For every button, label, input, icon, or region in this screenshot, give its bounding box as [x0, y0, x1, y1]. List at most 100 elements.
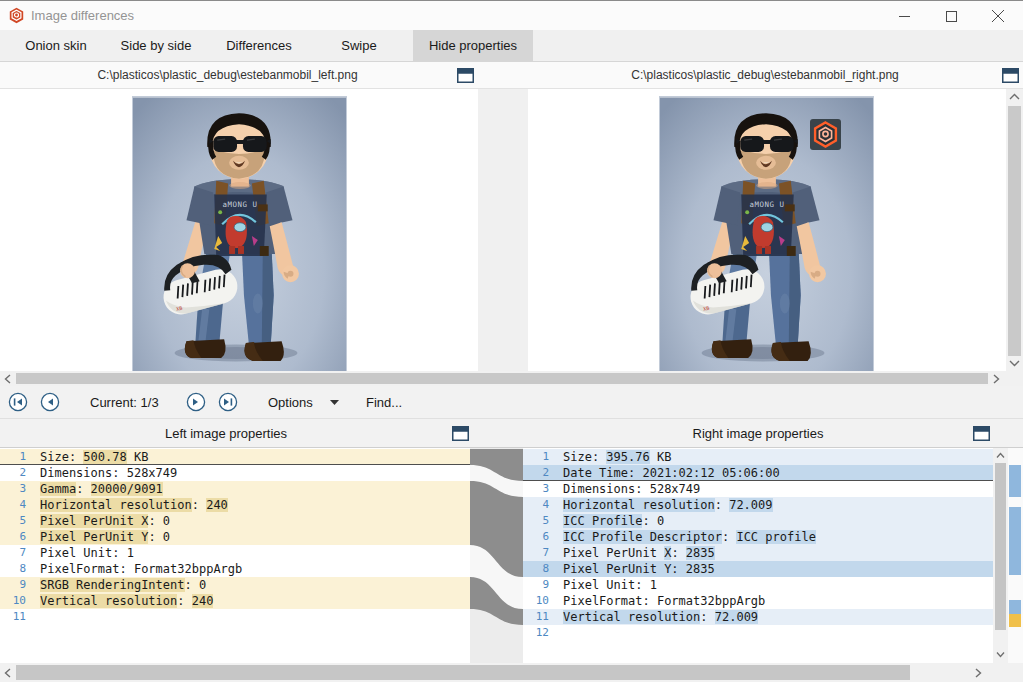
- file-header-row: C:\plasticos\plastic_debug\estebanmobil_…: [0, 62, 1023, 89]
- property-line: 9SRGB RenderingIntent: 0: [0, 577, 470, 593]
- properties-hscroll-thumb[interactable]: [16, 665, 910, 680]
- property-line: 6Pixel PerUnit Y: 0: [0, 529, 470, 545]
- property-line: 4Horizontal resolution: 240: [0, 497, 470, 513]
- image-horizontal-scrollbar[interactable]: [0, 371, 1023, 386]
- properties-vertical-scrollbar[interactable]: [993, 448, 1008, 663]
- properties-horizontal-scrollbar[interactable]: [0, 663, 1023, 682]
- property-text: Pixel PerUnit X: 2835: [557, 545, 715, 561]
- property-text: Horizontal resolution: 72.009: [557, 497, 773, 513]
- left-image-path: C:\plasticos\plastic_debug\estebanmobil_…: [0, 68, 455, 82]
- line-number: 2: [0, 465, 34, 481]
- line-number: 5: [0, 513, 34, 529]
- property-text: Dimensions: 528x749: [557, 481, 700, 497]
- image-vscroll-thumb[interactable]: [1008, 106, 1021, 356]
- image-hscroll-thumb[interactable]: [16, 373, 988, 384]
- property-line: 3Gamma: 20000/9091: [0, 481, 470, 497]
- line-number: 8: [0, 561, 34, 577]
- pane-divider: [478, 89, 528, 371]
- property-text: Pixel PerUnit Y: 2835: [557, 561, 715, 577]
- right-properties-title: Right image properties: [523, 426, 993, 441]
- scroll-down-icon[interactable]: [996, 651, 1005, 658]
- property-line: 8Pixel PerUnit Y: 2835: [523, 561, 993, 577]
- property-line: 5ICC Profile: 0: [523, 513, 993, 529]
- properties-vscroll-thumb[interactable]: [995, 463, 1006, 630]
- left-pane-window-icon[interactable]: [457, 68, 474, 83]
- find-button[interactable]: Find...: [366, 395, 402, 410]
- scroll-right-icon[interactable]: [992, 374, 1000, 384]
- line-number: 10: [0, 593, 34, 609]
- right-pane-window-icon[interactable]: [1002, 68, 1019, 83]
- tab-onion-skin[interactable]: Onion skin: [10, 30, 102, 61]
- left-properties-window-icon[interactable]: [452, 426, 469, 441]
- diff-map: [470, 448, 523, 663]
- close-button[interactable]: [975, 1, 1021, 31]
- property-line: 10Vertical resolution: 240: [0, 593, 470, 609]
- first-diff-button[interactable]: [8, 392, 28, 412]
- property-text: Horizontal resolution: 240: [34, 497, 228, 513]
- property-text: Pixel PerUnit X: 0: [34, 513, 170, 529]
- property-line: 8PixelFormat: Format32bppArgb: [0, 561, 470, 577]
- minimize-button[interactable]: [881, 1, 927, 31]
- property-text: Pixel Unit: 1: [557, 577, 657, 593]
- line-number: 7: [0, 545, 34, 561]
- left-properties-list: 1Size: 500.78 KB2Dimensions: 528x7493Gam…: [0, 449, 470, 625]
- diff-navigation-bar: Current: 1/3 Options Find...: [0, 386, 1023, 419]
- diff-marker[interactable]: [1009, 600, 1021, 614]
- tab-side-by-side[interactable]: Side by side: [106, 30, 206, 61]
- line-number: 2: [523, 465, 557, 480]
- line-number: 9: [523, 577, 557, 593]
- right-properties-list: 1Size: 395.76 KB2Date Time: 2021:02:12 0…: [523, 449, 993, 641]
- property-line: 11: [0, 609, 470, 625]
- tab-swipe[interactable]: Swipe: [316, 30, 402, 61]
- tab-hide-properties[interactable]: Hide properties: [413, 30, 533, 61]
- scroll-right-icon[interactable]: [974, 668, 982, 678]
- property-line: 3Dimensions: 528x749: [523, 481, 993, 497]
- line-number: 11: [523, 609, 557, 625]
- line-number: 8: [523, 561, 557, 577]
- line-number: 6: [523, 529, 557, 545]
- scroll-up-icon[interactable]: [1009, 93, 1020, 101]
- right-image: [659, 96, 874, 371]
- last-diff-button[interactable]: [218, 392, 238, 412]
- options-caret-icon[interactable]: [330, 400, 339, 405]
- image-vertical-scrollbar[interactable]: [1006, 89, 1023, 371]
- minimize-icon: [899, 11, 910, 22]
- property-text: Date Time: 2021:02:12 05:06:00: [557, 465, 780, 480]
- right-properties-window-icon[interactable]: [973, 426, 990, 441]
- line-number: 7: [523, 545, 557, 561]
- scroll-down-icon[interactable]: [1009, 359, 1020, 367]
- property-text: [557, 625, 563, 641]
- scroll-left-icon[interactable]: [4, 668, 12, 678]
- property-line: 5Pixel PerUnit X: 0: [0, 513, 470, 529]
- property-text: Size: 500.78 KB: [34, 449, 148, 464]
- property-text: PixelFormat: Format32bppArgb: [557, 593, 765, 609]
- next-diff-button[interactable]: [186, 392, 206, 412]
- property-line: 2Date Time: 2021:02:12 05:06:00: [523, 465, 993, 481]
- maximize-button[interactable]: [928, 1, 974, 31]
- property-text: Dimensions: 528x749: [34, 465, 177, 481]
- property-line: 1Size: 395.76 KB: [523, 449, 993, 465]
- scroll-left-icon[interactable]: [4, 374, 12, 384]
- right-figure-illustration: [660, 97, 873, 371]
- tab-differences[interactable]: Differences: [212, 30, 306, 61]
- current-diff-label: Current: 1/3: [90, 395, 159, 410]
- line-number: 6: [0, 529, 34, 545]
- property-text: [34, 609, 40, 625]
- property-line: 10PixelFormat: Format32bppArgb: [523, 593, 993, 609]
- property-line: 11Vertical resolution: 72.009: [523, 609, 993, 625]
- property-text: Size: 395.76 KB: [557, 449, 671, 465]
- properties-compare-area: 1Size: 500.78 KB2Dimensions: 528x7493Gam…: [0, 448, 1023, 663]
- line-number: 12: [523, 625, 557, 641]
- line-number: 10: [523, 593, 557, 609]
- diff-marker[interactable]: [1009, 465, 1021, 497]
- diff-marker[interactable]: [1009, 614, 1021, 627]
- property-line: 12: [523, 625, 993, 641]
- options-button[interactable]: Options: [268, 395, 313, 410]
- diff-marker[interactable]: [1009, 507, 1021, 575]
- property-line: 7Pixel Unit: 1: [0, 545, 470, 561]
- property-line: 6ICC Profile Descriptor: ICC profile: [523, 529, 993, 545]
- image-compare-area: [0, 89, 1023, 371]
- scroll-up-icon[interactable]: [996, 452, 1005, 459]
- previous-diff-button[interactable]: [40, 392, 60, 412]
- property-line: 9Pixel Unit: 1: [523, 577, 993, 593]
